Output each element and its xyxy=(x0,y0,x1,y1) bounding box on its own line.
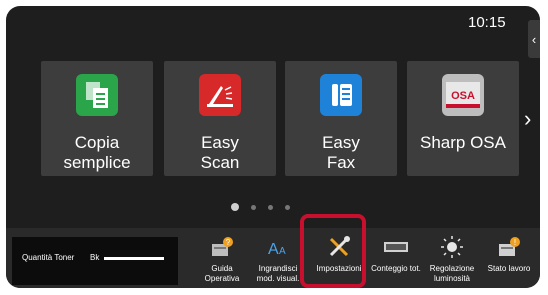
bottom-shortcut-bar: Quantità Toner Bk ? Guida Operativa A A xyxy=(6,228,540,288)
svg-text:OSA: OSA xyxy=(451,90,475,102)
clock: 10:15 xyxy=(468,14,506,31)
page-indicator xyxy=(231,203,290,211)
chevron-right-icon: › xyxy=(524,106,532,131)
shortcut-guida-operativa[interactable]: ? Guida Operativa xyxy=(194,228,250,288)
chevron-left-icon: ‹ xyxy=(531,31,537,47)
shortcut-label: Conteggio tot. xyxy=(371,264,421,273)
toner-color-label: Bk xyxy=(90,253,100,262)
shortcut-regolazione-luminosita[interactable]: Regolazione luminosità xyxy=(424,228,480,288)
toner-status: Quantità Toner Bk xyxy=(12,237,178,285)
highlight-frame xyxy=(300,214,366,288)
next-page-arrow[interactable]: › xyxy=(524,106,531,132)
fax-icon xyxy=(320,74,362,116)
printer-panel: 10:15 ‹ Copia semplice Easy Scan Easy Fa… xyxy=(6,6,540,288)
scan-icon xyxy=(199,74,241,116)
page-dot-active[interactable] xyxy=(231,203,239,211)
shortcut-conteggio-tot[interactable]: Conteggio tot. xyxy=(368,228,424,288)
shortcut-label: Guida Operativa xyxy=(204,264,240,283)
brightness-icon xyxy=(440,236,464,258)
app-label: Sharp OSA xyxy=(420,133,506,152)
svg-text:A: A xyxy=(268,241,279,258)
side-panel-toggle[interactable]: ‹ xyxy=(528,20,540,58)
app-label: Easy Fax xyxy=(322,133,360,172)
shortcut-label: Stato lavoro xyxy=(487,264,531,273)
page-dot[interactable] xyxy=(268,204,273,210)
svg-text:A: A xyxy=(279,246,286,257)
shortcut-ingrandisci[interactable]: A A Ingrandisci mod. visual. xyxy=(250,228,306,288)
page-dot[interactable] xyxy=(285,204,290,210)
shortcut-label: Regolazione luminosità xyxy=(429,264,475,283)
app-easy-scan[interactable]: Easy Scan xyxy=(164,61,276,176)
svg-text:!: ! xyxy=(514,238,516,247)
page-dot[interactable] xyxy=(251,204,256,210)
shortcut-stato-lavoro[interactable]: ! Stato lavoro xyxy=(481,228,537,288)
osa-icon: OSA xyxy=(442,74,484,116)
text-size-icon: A A xyxy=(266,236,290,258)
app-label: Easy Scan xyxy=(200,133,240,172)
job-status-icon: ! xyxy=(497,236,521,258)
app-label: Copia semplice xyxy=(63,133,131,172)
svg-text:?: ? xyxy=(226,238,231,247)
counter-icon xyxy=(384,236,408,258)
app-copia-semplice[interactable]: Copia semplice xyxy=(41,61,153,176)
toner-label: Quantità Toner xyxy=(22,253,75,262)
app-sharp-osa[interactable]: OSA Sharp OSA xyxy=(407,61,519,176)
app-easy-fax[interactable]: Easy Fax xyxy=(285,61,397,176)
guide-icon: ? xyxy=(210,236,234,258)
toner-level-bar xyxy=(104,257,164,260)
copy-icon xyxy=(76,74,118,116)
